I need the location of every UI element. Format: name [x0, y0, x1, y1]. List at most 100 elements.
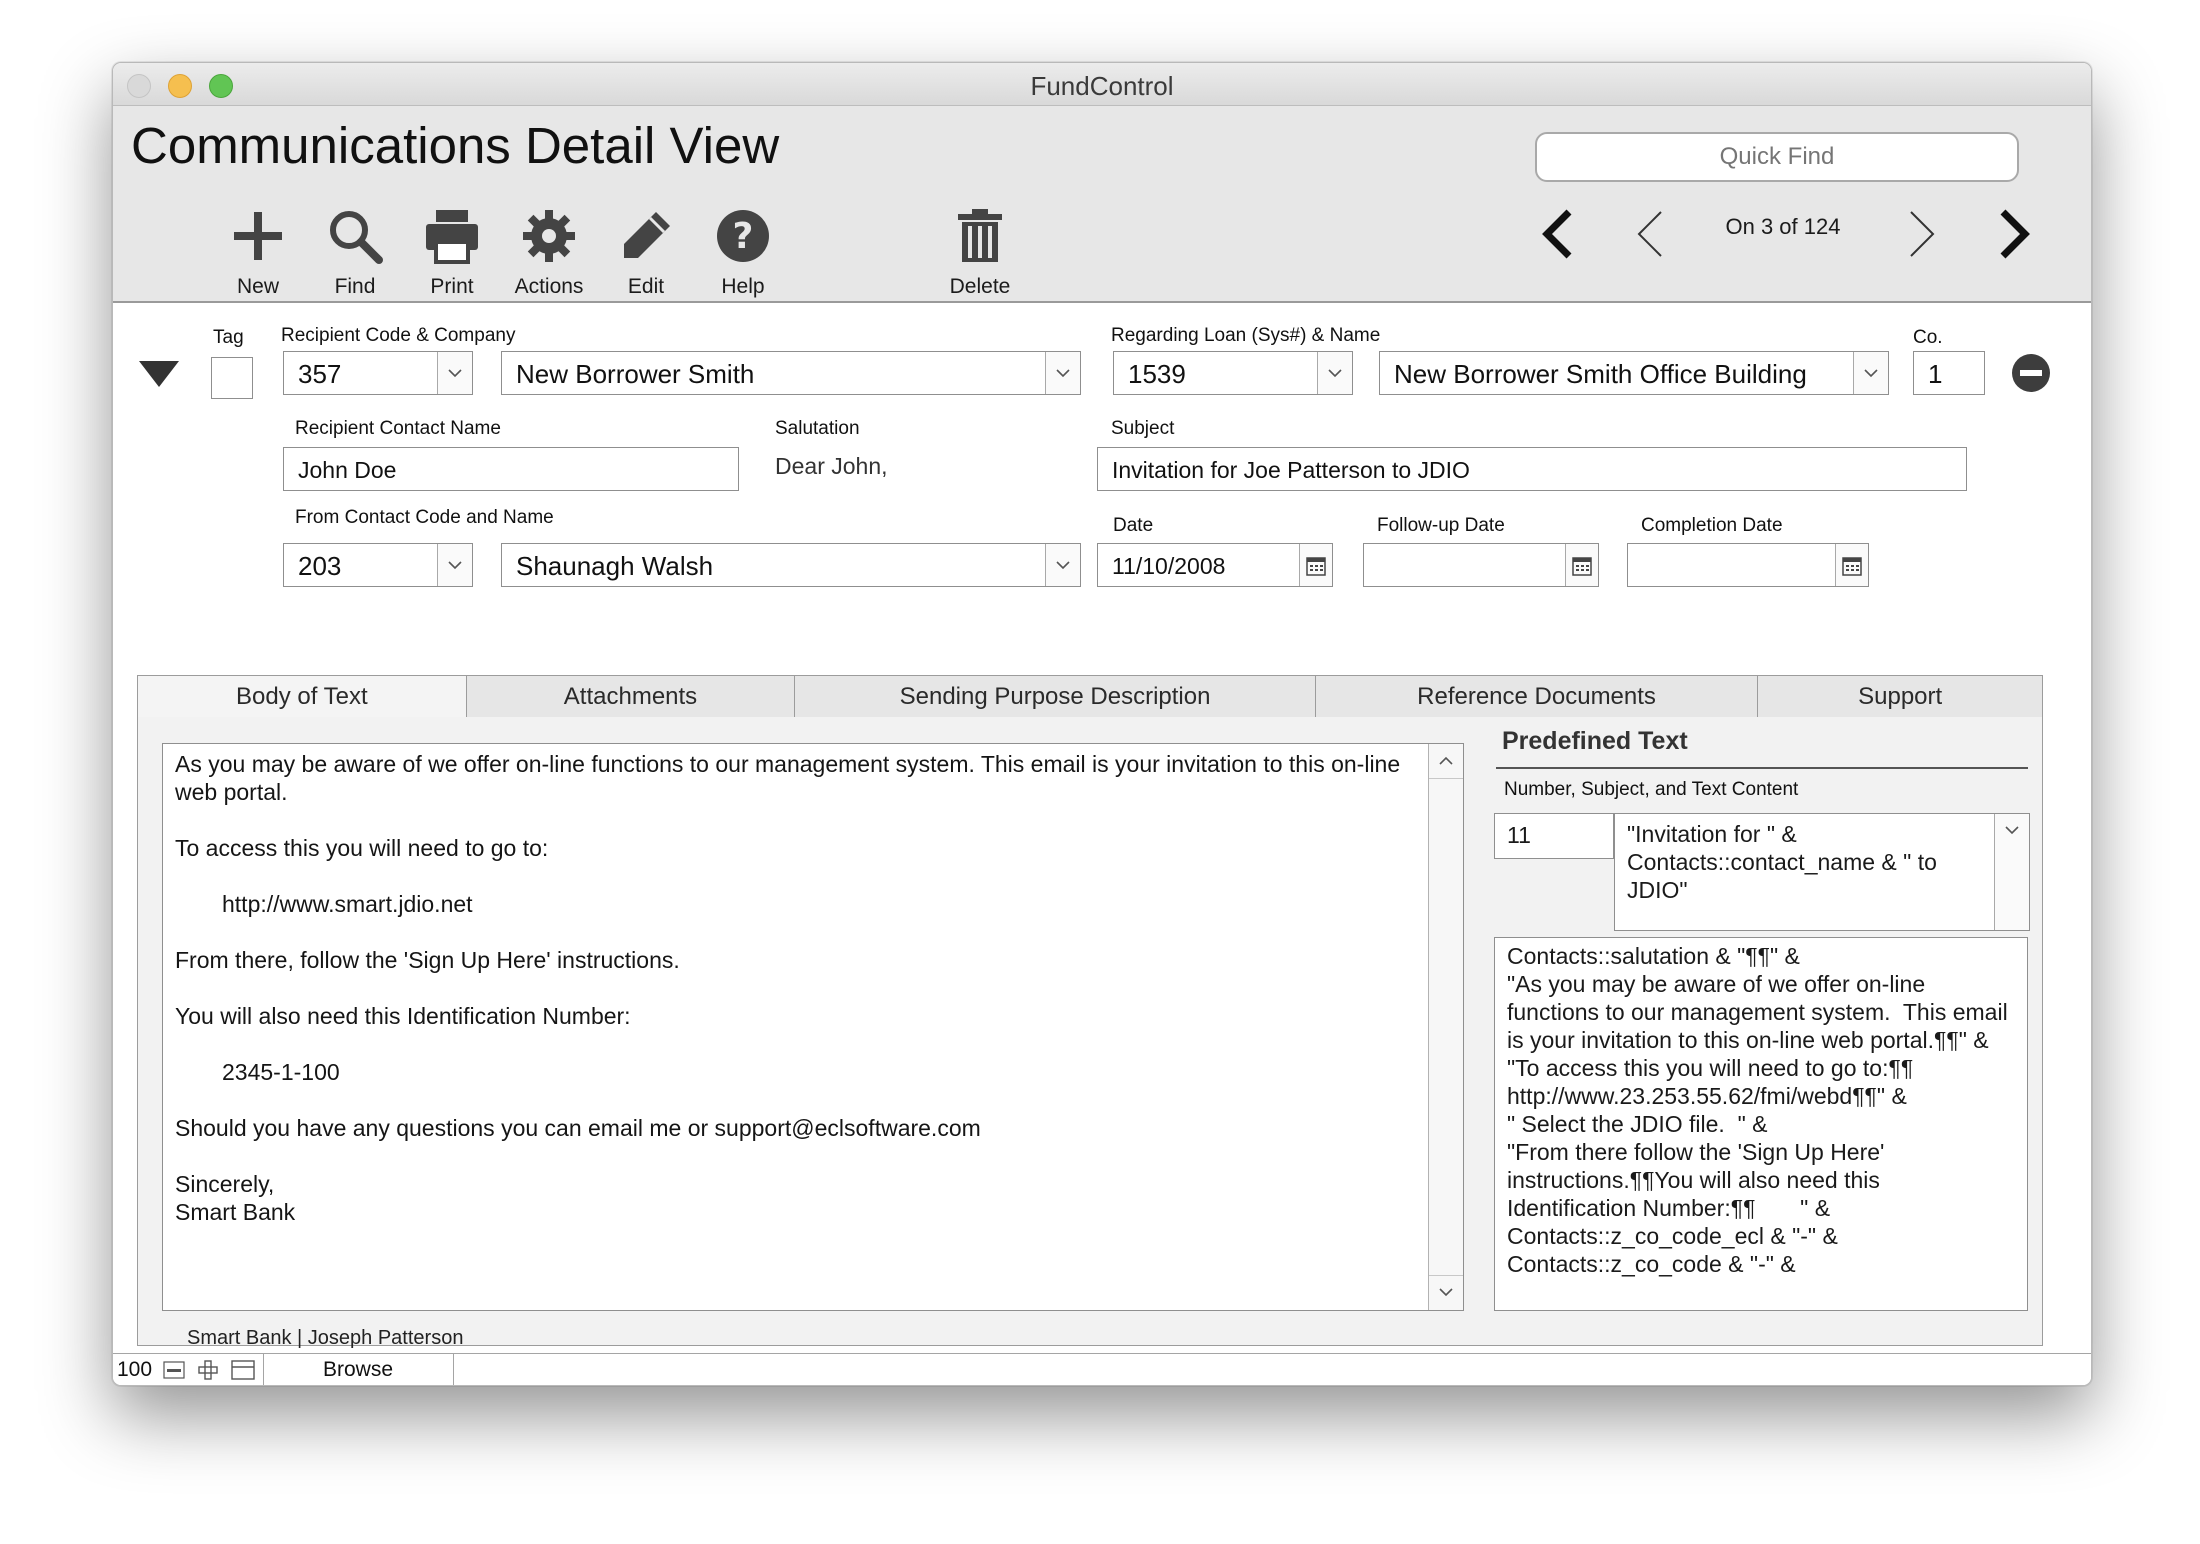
first-record-icon[interactable]	[1531, 204, 1591, 264]
status-divider	[453, 1354, 454, 1385]
body-signature: Smart Bank	[175, 1199, 296, 1225]
predefined-content-field[interactable]: Contacts::salutation & "¶¶" & "As you ma…	[1494, 937, 2028, 1311]
body-text-area[interactable]: As you may be aware of we offer on-line …	[162, 743, 1464, 1311]
tab-reference-documents[interactable]: Reference Documents	[1316, 676, 1759, 718]
chevron-down-icon[interactable]	[1045, 544, 1080, 586]
completion-date-field[interactable]	[1627, 543, 1869, 587]
predefined-divider	[1496, 767, 2028, 769]
contact-name-label: Recipient Contact Name	[295, 418, 501, 439]
print-label: Print	[430, 275, 474, 298]
body-of-text-panel: As you may be aware of we offer on-line …	[137, 717, 2043, 1346]
body-paragraph: You will also need this Identification N…	[175, 1003, 631, 1029]
tag-checkbox[interactable]	[211, 357, 253, 399]
tab-sending-purpose-description[interactable]: Sending Purpose Description	[795, 676, 1316, 718]
previous-record-icon[interactable]	[1623, 204, 1683, 264]
help-label: Help	[721, 275, 765, 298]
chevron-down-icon[interactable]	[437, 352, 472, 394]
calendar-icon[interactable]	[1565, 544, 1598, 586]
scroll-down-button[interactable]	[1429, 1275, 1463, 1310]
loan-sys-field[interactable]: 1539	[1113, 351, 1353, 395]
completion-date-label: Completion Date	[1641, 515, 1783, 536]
footer-user-info: Smart Bank | Joseph Patterson	[187, 1327, 464, 1349]
find-button[interactable]: Find	[310, 206, 400, 299]
zoom-out-icon[interactable]	[163, 1361, 185, 1379]
salutation-label: Salutation	[775, 418, 860, 439]
body-paragraph: From there, follow the 'Sign Up Here' in…	[175, 947, 680, 973]
quick-find-input[interactable]	[1535, 132, 2019, 182]
title-bar: FundControl	[113, 63, 2091, 106]
tab-attachments[interactable]: Attachments	[467, 676, 796, 718]
chevron-down-icon[interactable]	[1317, 352, 1352, 394]
zoom-level[interactable]: 100	[117, 1358, 152, 1382]
record-form: Tag Recipient Code & Company 357 New Bor…	[113, 303, 2091, 1385]
predefined-number-value: 11	[1507, 822, 1531, 848]
zoom-in-icon[interactable]	[197, 1359, 219, 1381]
loan-sys-value: 1539	[1128, 359, 1186, 389]
from-name-field[interactable]: Shaunagh Walsh	[501, 543, 1081, 587]
edit-button[interactable]: Edit	[601, 206, 691, 299]
subject-value: Invitation for Joe Patterson to JDIO	[1112, 457, 1470, 483]
toolbar-toggle-icon[interactable]	[231, 1360, 255, 1380]
app-window: FundControl Communications Detail View N…	[112, 62, 2092, 1386]
help-button[interactable]: ? Help	[698, 206, 788, 299]
predefined-subject-field[interactable]: "Invitation for " & Contacts::contact_na…	[1614, 813, 2030, 931]
body-closing: Sincerely,	[175, 1171, 275, 1197]
window-title: FundControl	[1030, 71, 1174, 101]
tab-bar: Body of Text Attachments Sending Purpose…	[137, 675, 2043, 719]
subject-label: Subject	[1111, 418, 1175, 439]
body-paragraph: Should you have any questions you can em…	[175, 1115, 981, 1141]
body-text-scrollbar[interactable]	[1428, 744, 1463, 1310]
predefined-number-field[interactable]: 11	[1494, 813, 1614, 859]
scroll-up-button[interactable]	[1429, 744, 1463, 779]
chevron-down-icon[interactable]	[1994, 814, 2029, 930]
collapse-triangle-icon[interactable]	[139, 361, 179, 387]
date-field[interactable]: 11/10/2008	[1097, 543, 1333, 587]
calendar-icon[interactable]	[1835, 544, 1868, 586]
predefined-text-title: Predefined Text	[1502, 727, 1688, 755]
chevron-down-icon[interactable]	[437, 544, 472, 586]
recipient-code-value: 357	[298, 359, 342, 389]
new-button[interactable]: New	[213, 206, 303, 299]
calendar-icon[interactable]	[1299, 544, 1332, 586]
predefined-subtitle: Number, Subject, and Text Content	[1504, 779, 1799, 800]
question-mark-icon: ?	[717, 210, 769, 262]
co-field[interactable]: 1	[1913, 351, 1985, 395]
recipient-code-company-label: Recipient Code & Company	[281, 325, 516, 346]
loan-name-field[interactable]: New Borrower Smith Office Building	[1379, 351, 1889, 395]
header-bar: Communications Detail View New Find Prin…	[113, 106, 2091, 303]
tab-support[interactable]: Support	[1758, 676, 2042, 718]
remove-circle-icon[interactable]	[2011, 353, 2051, 393]
loan-label: Regarding Loan (Sys#) & Name	[1111, 325, 1381, 346]
print-button[interactable]: Print	[407, 206, 497, 299]
from-code-value: 203	[298, 551, 342, 581]
actions-label: Actions	[514, 275, 584, 298]
gear-icon	[523, 210, 575, 262]
body-paragraph: As you may be aware of we offer on-line …	[175, 751, 1401, 805]
tab-body-of-text[interactable]: Body of Text	[138, 676, 467, 718]
contact-name-field[interactable]: John Doe	[283, 447, 739, 491]
status-bar: 100 Browse	[113, 1353, 2091, 1385]
chevron-down-icon[interactable]	[1045, 352, 1080, 394]
recipient-company-field[interactable]: New Borrower Smith	[501, 351, 1081, 395]
from-contact-label: From Contact Code and Name	[295, 507, 554, 528]
pencil-icon	[624, 212, 670, 258]
recipient-code-field[interactable]: 357	[283, 351, 473, 395]
actions-button[interactable]: Actions	[504, 206, 594, 299]
mode-indicator[interactable]: Browse	[263, 1358, 453, 1382]
followup-date-field[interactable]	[1363, 543, 1599, 587]
chevron-up-icon	[1439, 756, 1453, 765]
co-label: Co.	[1913, 327, 1943, 348]
printer-icon	[426, 210, 478, 264]
svg-text:?: ?	[733, 216, 754, 257]
last-record-icon[interactable]	[1981, 204, 2041, 264]
from-code-field[interactable]: 203	[283, 543, 473, 587]
chevron-down-icon[interactable]	[1853, 352, 1888, 394]
co-value: 1	[1928, 359, 1943, 389]
subject-field[interactable]: Invitation for Joe Patterson to JDIO	[1097, 447, 1967, 491]
edit-label: Edit	[627, 275, 665, 298]
trash-icon	[958, 209, 1002, 262]
next-record-icon[interactable]	[1889, 204, 1949, 264]
delete-button[interactable]: Delete	[935, 206, 1025, 299]
body-paragraph: http://www.smart.jdio.net	[222, 891, 473, 917]
page-title: Communications Detail View	[131, 117, 780, 174]
